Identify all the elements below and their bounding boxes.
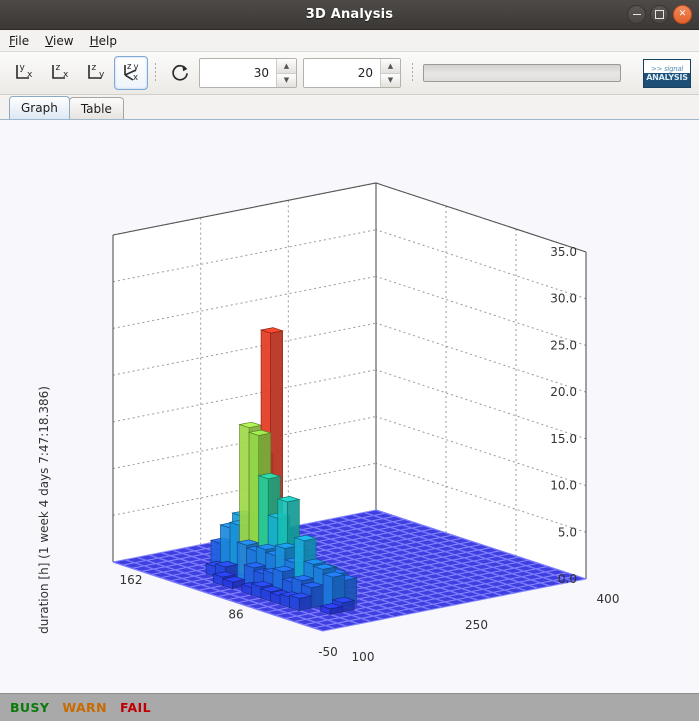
svg-text:162: 162 — [120, 573, 143, 587]
menu-bar: File View Help — [0, 30, 699, 52]
status-bar: BUSY WARN FAIL — [0, 693, 699, 721]
view-zx-button[interactable]: z x — [42, 56, 76, 90]
svg-text:y: y — [134, 63, 139, 73]
svg-text:86: 86 — [228, 608, 243, 622]
svg-text:z: z — [92, 63, 97, 73]
svg-text:30.0: 30.0 — [550, 292, 577, 306]
title-bar: 3D Analysis ✕ — [0, 0, 699, 30]
svg-text:y: y — [99, 70, 105, 80]
tab-table[interactable]: Table — [68, 97, 124, 119]
azimuth-spinner[interactable]: 30 ▲ ▼ — [199, 58, 297, 88]
svg-text:x: x — [133, 73, 138, 83]
svg-text:400: 400 — [597, 592, 620, 606]
svg-text:100: 100 — [352, 650, 375, 664]
axis-zy-icon: z y — [88, 63, 105, 80]
svg-text:z: z — [127, 62, 132, 72]
window-title: 3D Analysis — [305, 7, 394, 22]
view-zy-button[interactable]: z y — [78, 56, 112, 90]
view-3d-zyx-button[interactable]: z y x — [114, 56, 148, 90]
elevation-value[interactable]: 20 — [304, 59, 380, 87]
close-button[interactable]: ✕ — [673, 5, 692, 24]
z-axis-label: duration [h] (1 week 4 days 7:47:18.386) — [37, 386, 51, 634]
svg-text:x: x — [63, 70, 69, 80]
refresh-rotate-button[interactable] — [163, 56, 197, 90]
elevation-up-icon[interactable]: ▲ — [381, 59, 400, 74]
svg-text:35.0: 35.0 — [550, 245, 577, 259]
svg-text:250: 250 — [465, 618, 488, 632]
logo-line-2: ANALYSIS — [646, 72, 688, 82]
status-warn: WARN — [62, 700, 107, 715]
tab-graph[interactable]: Graph — [9, 96, 70, 119]
elevation-arrows: ▲ ▼ — [380, 59, 400, 87]
menu-item-view[interactable]: View — [45, 34, 73, 48]
status-busy: BUSY — [10, 700, 50, 715]
minimize-button[interactable] — [627, 5, 646, 24]
azimuth-arrows: ▲ ▼ — [276, 59, 296, 87]
application-window: 3D Analysis ✕ File View Help y x z x z y… — [0, 0, 699, 721]
menu-item-file[interactable]: File — [9, 34, 29, 48]
menu-item-help[interactable]: Help — [90, 34, 117, 48]
toolbar: y x z x z y z y x 30 ▲ ▼ 20 ▲ ▼ >> signa… — [0, 52, 699, 95]
svg-text:-50: -50 — [318, 645, 338, 659]
svg-text:0.0: 0.0 — [558, 572, 577, 586]
elevation-down-icon[interactable]: ▼ — [381, 73, 400, 87]
svg-text:15.0: 15.0 — [550, 432, 577, 446]
axis-zx-icon: z x — [52, 63, 69, 80]
toolbar-separator-1 — [155, 63, 156, 83]
azimuth-up-icon[interactable]: ▲ — [277, 59, 296, 74]
surface-plot-3d[interactable]: 0.0 5.0 10.0 15.0 20.0 25.0 30.0 35.0 duration [… — [0, 120, 699, 676]
svg-text:5.0: 5.0 — [558, 525, 577, 539]
svg-text:x: x — [27, 70, 33, 80]
rotate-icon — [172, 64, 188, 81]
maximize-button[interactable] — [650, 5, 669, 24]
progress-bar — [423, 64, 621, 82]
elevation-spinner[interactable]: 20 ▲ ▼ — [303, 58, 401, 88]
view-yx-button[interactable]: y x — [6, 56, 40, 90]
svg-text:z: z — [56, 63, 61, 73]
axis-3d-zyx-icon: z y x — [124, 62, 139, 83]
azimuth-value[interactable]: 30 — [200, 59, 276, 87]
svg-text:25.0: 25.0 — [550, 338, 577, 352]
svg-text:10.0: 10.0 — [550, 479, 577, 493]
tab-strip: Graph Table — [0, 95, 699, 120]
toolbar-separator-2 — [412, 63, 413, 83]
axis-yx-icon: y x — [16, 63, 33, 80]
logo-line-1: >> signal — [651, 64, 683, 73]
chart-canvas[interactable]: 0.0 5.0 10.0 15.0 20.0 25.0 30.0 35.0 duration [… — [0, 120, 699, 693]
azimuth-down-icon[interactable]: ▼ — [277, 73, 296, 87]
svg-text:20.0: 20.0 — [550, 385, 577, 399]
signal-analysis-logo: >> signal ANALYSIS — [643, 58, 691, 88]
window-controls: ✕ — [627, 0, 692, 29]
status-fail: FAIL — [119, 700, 151, 715]
svg-text:y: y — [20, 63, 26, 73]
